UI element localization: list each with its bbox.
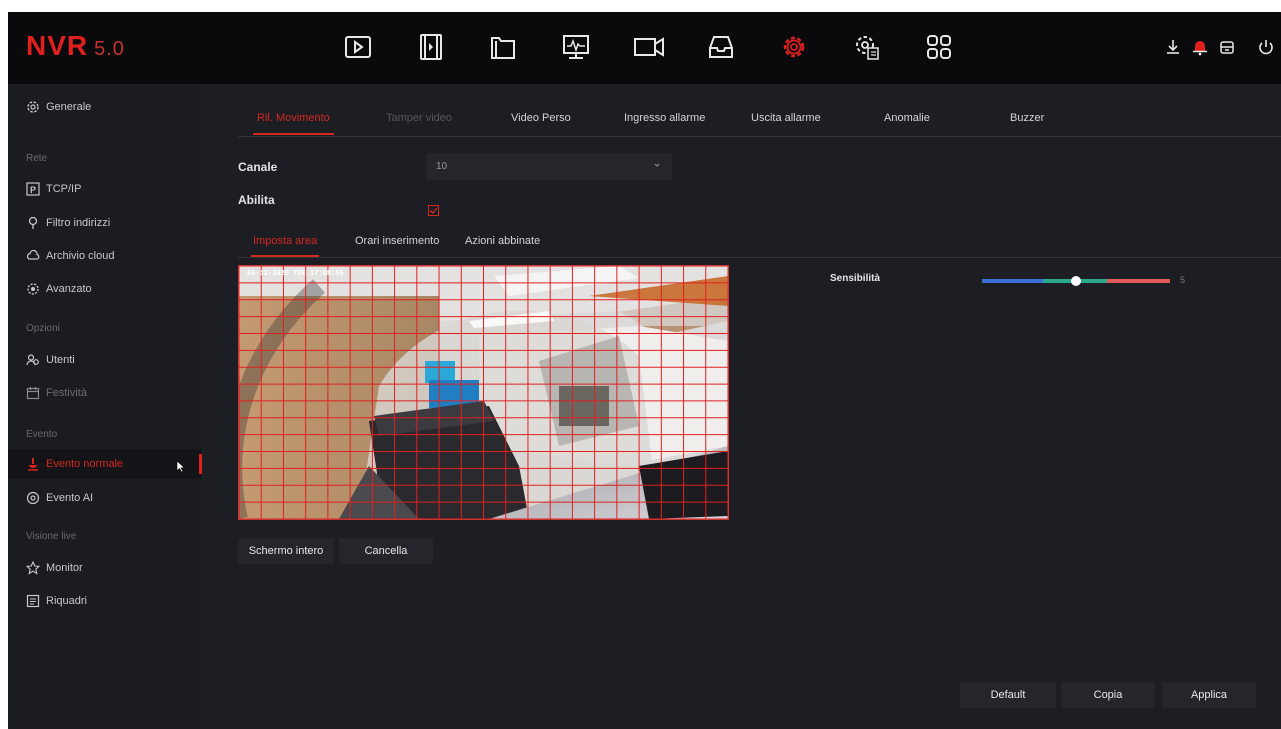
cloud-icon (26, 249, 40, 263)
cancella-button[interactable]: Cancella (339, 538, 433, 564)
filter-pin-icon (26, 216, 40, 230)
alarm-bell-icon[interactable] (1191, 38, 1209, 56)
sensitivity-label: Sensibilità (830, 273, 881, 284)
subtab-orari-inserimento[interactable]: Orari inserimento (355, 235, 439, 247)
system-monitor-icon[interactable] (559, 30, 593, 64)
applica-button[interactable]: Applica (1162, 682, 1256, 708)
canale-select[interactable]: 10 (426, 153, 672, 180)
canale-label: Canale (238, 160, 278, 174)
star-icon (26, 561, 40, 575)
check-icon (430, 207, 438, 214)
sidebar-item-riquadri[interactable]: Riquadri (8, 586, 202, 616)
advanced-settings-icon[interactable] (850, 30, 884, 64)
abilita-checkbox[interactable] (428, 205, 439, 216)
nvr-window: NVR 5.0 Generale Rete P TCP/IP Filtro in… (8, 12, 1281, 729)
sidebar-item-label: Monitor (46, 562, 83, 574)
default-button[interactable]: Default (960, 682, 1056, 708)
storage-icon[interactable] (704, 30, 738, 64)
abilita-label: Abilita (238, 193, 275, 207)
subtab-azioni-abbinate[interactable]: Azioni abbinate (465, 235, 540, 247)
subtab-imposta-area[interactable]: Imposta area (250, 235, 320, 257)
sidebar-item-label: Avanzato (46, 283, 92, 295)
sidebar-item-avanzato[interactable]: Avanzato (8, 274, 202, 304)
camera-icon[interactable] (632, 30, 666, 64)
gear-icon (26, 100, 40, 114)
logo-text: NVR (26, 30, 89, 61)
tab-tamper-video[interactable]: Tamper video (386, 112, 452, 124)
sidebar-item-label: Evento AI (46, 492, 94, 504)
sidebar-item-label: Utenti (46, 354, 75, 366)
users-icon (26, 353, 40, 367)
event-tabs: Ril. Movimento Tamper video Video Perso … (238, 104, 1281, 137)
canale-value: 10 (436, 161, 448, 172)
tab-anomalie[interactable]: Anomalie (884, 112, 930, 124)
schermo-intero-button[interactable]: Schermo intero (238, 538, 334, 564)
layout-grid-icon (26, 594, 40, 608)
logo: NVR 5.0 (26, 30, 125, 62)
slider-thumb[interactable] (1071, 276, 1081, 286)
logo-version: 5.0 (94, 38, 125, 60)
sidebar-category-rete: Rete (26, 153, 48, 164)
video-timestamp: 06-12-2020 TUE 17:08:55 (247, 270, 344, 278)
sidebar-item-monitor[interactable]: Monitor (8, 553, 202, 583)
download-icon[interactable] (1164, 38, 1182, 56)
backup-icon[interactable] (1218, 38, 1236, 56)
playback-icon[interactable] (341, 30, 375, 64)
sensitivity-value: 5 (1180, 275, 1186, 285)
files-icon[interactable] (486, 30, 520, 64)
sidebar-item-label: Generale (46, 101, 92, 113)
power-icon[interactable] (1257, 38, 1275, 56)
advanced-gear-icon (26, 282, 40, 296)
tab-ril-movimento[interactable]: Ril. Movimento (253, 112, 334, 135)
tab-buzzer[interactable]: Buzzer (1010, 112, 1044, 124)
event-alarm-icon (26, 457, 40, 471)
sidebar-item-evento-normale[interactable]: Evento normale (8, 449, 202, 479)
sidebar-item-festivita[interactable]: Festività (8, 378, 202, 408)
sidebar-item-utenti[interactable]: Utenti (8, 345, 202, 375)
main-content: Ril. Movimento Tamper video Video Perso … (202, 84, 1281, 729)
sidebar-category-evento: Evento (26, 429, 58, 440)
sidebar-item-tcpip[interactable]: P TCP/IP (8, 174, 202, 204)
sidebar-item-label: TCP/IP (46, 183, 82, 195)
sidebar: Generale Rete P TCP/IP Filtro indirizzi … (8, 84, 202, 729)
sidebar-category-visione-live: Visione live (26, 531, 77, 542)
sidebar-item-evento-ai[interactable]: Evento AI (8, 483, 202, 513)
sidebar-item-label: Riquadri (46, 595, 87, 607)
camera-preview[interactable]: 06-12-2020 TUE 17:08:55 (238, 265, 729, 520)
settings-icon[interactable] (777, 30, 811, 64)
mouse-cursor-icon (176, 460, 186, 476)
sensitivity-slider[interactable] (980, 274, 1172, 288)
sidebar-item-label: Archivio cloud (46, 250, 115, 262)
tab-ingresso-allarme[interactable]: Ingresso allarme (624, 112, 705, 124)
sidebar-item-label: Filtro indirizzi (46, 217, 111, 229)
calendar-icon (26, 386, 40, 400)
sidebar-item-archivio-cloud[interactable]: Archivio cloud (8, 241, 202, 271)
chevron-down-icon (652, 160, 662, 170)
copia-button[interactable]: Copia (1061, 682, 1155, 708)
svg-text:P: P (30, 185, 36, 195)
sidebar-item-label: Festività (46, 387, 87, 399)
sidebar-item-filtro-indirizzi[interactable]: Filtro indirizzi (8, 208, 202, 238)
top-bar: NVR 5.0 (8, 12, 1281, 84)
tab-uscita-allarme[interactable]: Uscita allarme (751, 112, 821, 124)
sidebar-item-label: Evento normale (46, 458, 124, 470)
clips-icon[interactable] (414, 30, 448, 64)
sidebar-category-opzioni: Opzioni (26, 323, 60, 334)
area-subtabs: Imposta area Orari inserimento Azioni ab… (238, 227, 1281, 258)
ai-target-icon (26, 491, 40, 505)
sidebar-item-generale[interactable]: Generale (8, 92, 202, 122)
camera-image: 06-12-2020 TUE 17:08:55 (239, 266, 728, 519)
parking-p-icon: P (26, 182, 40, 196)
apps-grid-icon[interactable] (922, 30, 956, 64)
tab-video-perso[interactable]: Video Perso (511, 112, 571, 124)
